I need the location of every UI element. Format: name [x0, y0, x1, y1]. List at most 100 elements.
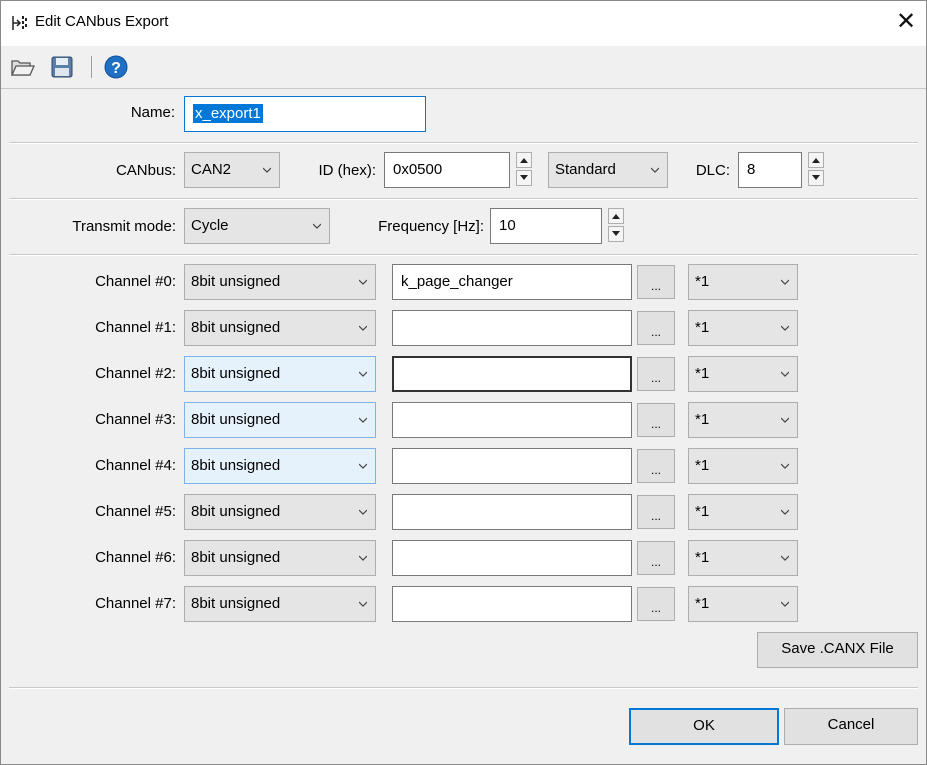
chevron-down-icon: [263, 167, 271, 173]
dlc-spin-down[interactable]: [808, 170, 824, 186]
channel-factor-select[interactable]: *1: [688, 356, 798, 392]
channel-browse-button[interactable]: ...: [637, 449, 675, 483]
chevron-down-icon: [781, 555, 789, 561]
chevron-down-icon: [359, 463, 367, 469]
chevron-down-icon: [781, 509, 789, 515]
chevron-down-icon: [781, 325, 789, 331]
chevron-down-icon: [781, 601, 789, 607]
dlc-input[interactable]: 8: [738, 152, 802, 188]
channel-label: Channel #1:: [95, 319, 176, 336]
dlc-spinner[interactable]: [808, 152, 824, 186]
channel-type-select[interactable]: 8bit unsigned: [184, 356, 376, 392]
id-spin-down[interactable]: [516, 170, 532, 186]
channel-factor-select[interactable]: *1: [688, 402, 798, 438]
channel-type-select[interactable]: 8bit unsigned: [184, 448, 376, 484]
canbus-label: CANbus:: [115, 162, 176, 179]
transmit-mode-value: Cycle: [191, 217, 229, 234]
toolbar: ?: [1, 46, 926, 89]
channel-factor-value: *1: [695, 549, 710, 566]
open-folder-icon[interactable]: [9, 54, 35, 80]
channel-factor-select[interactable]: *1: [688, 264, 798, 300]
channel-type-value: 8bit unsigned: [191, 411, 281, 428]
channel-label: Channel #2:: [95, 365, 176, 382]
frame-format-select[interactable]: Standard: [548, 152, 668, 188]
chevron-down-icon: [359, 601, 367, 607]
channel-factor-value: *1: [695, 457, 710, 474]
channel-browse-button[interactable]: ...: [637, 541, 675, 575]
channel-variable-input[interactable]: [392, 540, 632, 576]
channel-factor-value: *1: [695, 319, 710, 336]
channel-factor-value: *1: [695, 503, 710, 520]
channel-type-value: 8bit unsigned: [191, 365, 281, 382]
channel-browse-button[interactable]: ...: [637, 403, 675, 437]
channel-variable-input[interactable]: [392, 586, 632, 622]
frame-format-value: Standard: [555, 161, 616, 178]
title-bar: Edit CANbus Export ✕: [1, 1, 926, 46]
channel-type-select[interactable]: 8bit unsigned: [184, 402, 376, 438]
channel-label: Channel #0:: [95, 273, 176, 290]
ok-button[interactable]: OK: [629, 708, 779, 745]
channel-factor-value: *1: [695, 365, 710, 382]
transmit-mode-select[interactable]: Cycle: [184, 208, 330, 244]
channel-type-select[interactable]: 8bit unsigned: [184, 586, 376, 622]
id-value: 0x0500: [393, 161, 443, 178]
id-spin-up[interactable]: [516, 152, 532, 168]
channel-variable-input[interactable]: [392, 448, 632, 484]
transmit-mode-label: Transmit mode:: [72, 218, 176, 235]
channel-browse-button[interactable]: ...: [637, 587, 675, 621]
dlc-spin-up[interactable]: [808, 152, 824, 168]
channel-label: Channel #3:: [95, 411, 176, 428]
channel-factor-select[interactable]: *1: [688, 310, 798, 346]
canbus-select[interactable]: CAN2: [184, 152, 280, 188]
frequency-spinner[interactable]: [608, 208, 624, 242]
channel-label: Channel #6:: [95, 549, 176, 566]
channel-variable-input[interactable]: [392, 402, 632, 438]
id-spinner[interactable]: [516, 152, 532, 186]
divider: [9, 254, 918, 256]
save-disk-icon[interactable]: [49, 54, 75, 80]
canbus-value: CAN2: [191, 161, 232, 178]
channel-browse-button[interactable]: ...: [637, 357, 675, 391]
channel-factor-select[interactable]: *1: [688, 586, 798, 622]
frequency-input[interactable]: 10: [490, 208, 602, 244]
frequency-spin-up[interactable]: [608, 208, 624, 224]
chevron-down-icon: [313, 223, 321, 229]
channel-variable-input[interactable]: [392, 356, 632, 392]
channel-label: Channel #5:: [95, 503, 176, 520]
channel-browse-button[interactable]: ...: [637, 495, 675, 529]
channel-type-value: 8bit unsigned: [191, 595, 281, 612]
close-button[interactable]: ✕: [896, 10, 916, 34]
channel-variable-input[interactable]: [392, 494, 632, 530]
channel-type-select[interactable]: 8bit unsigned: [184, 264, 376, 300]
cancel-button[interactable]: Cancel: [784, 708, 918, 745]
dlc-value: 8: [747, 161, 756, 178]
divider: [9, 687, 918, 689]
channel-browse-button[interactable]: ...: [637, 265, 675, 299]
id-input[interactable]: 0x0500: [384, 152, 510, 188]
help-icon[interactable]: ?: [103, 54, 129, 80]
channel-type-value: 8bit unsigned: [191, 503, 281, 520]
channel-type-select[interactable]: 8bit unsigned: [184, 310, 376, 346]
chevron-down-icon: [359, 279, 367, 285]
channel-factor-select[interactable]: *1: [688, 494, 798, 530]
channel-browse-button[interactable]: ...: [637, 311, 675, 345]
frequency-spin-down[interactable]: [608, 226, 624, 242]
app-icon: [12, 16, 27, 30]
channel-factor-select[interactable]: *1: [688, 540, 798, 576]
frequency-value: 10: [499, 217, 516, 234]
channel-variable-input[interactable]: k_page_changer: [392, 264, 632, 300]
chevron-down-icon: [359, 325, 367, 331]
name-input[interactable]: x_export1: [184, 96, 426, 132]
chevron-down-icon: [359, 555, 367, 561]
chevron-down-icon: [781, 371, 789, 377]
dlc-label: DLC:: [695, 162, 730, 179]
chevron-down-icon: [651, 167, 659, 173]
svg-text:?: ?: [111, 60, 121, 77]
save-canx-button[interactable]: Save .CANX File: [757, 632, 918, 668]
channel-factor-select[interactable]: *1: [688, 448, 798, 484]
channel-type-select[interactable]: 8bit unsigned: [184, 540, 376, 576]
id-label: ID (hex):: [318, 162, 376, 179]
channel-type-select[interactable]: 8bit unsigned: [184, 494, 376, 530]
channel-variable-input[interactable]: [392, 310, 632, 346]
chevron-down-icon: [359, 371, 367, 377]
